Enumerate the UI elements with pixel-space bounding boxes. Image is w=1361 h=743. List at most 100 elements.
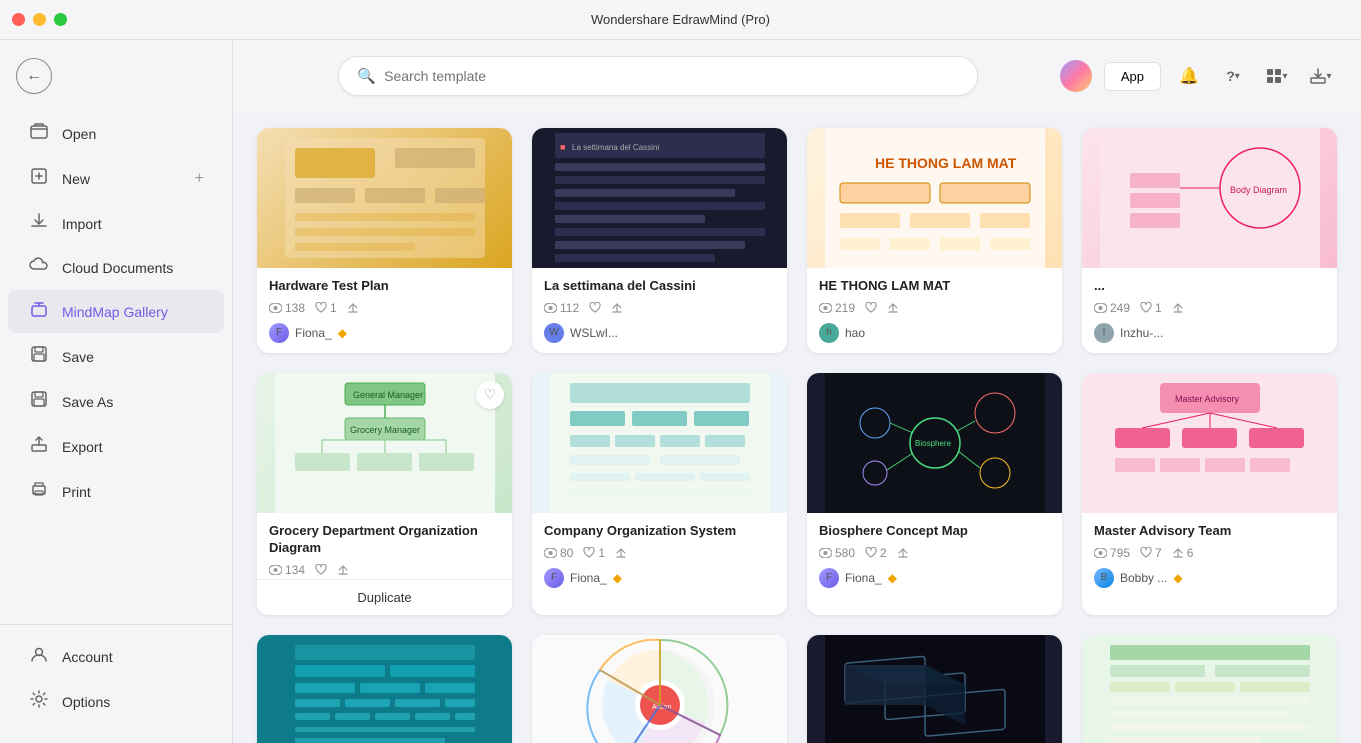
gallery-scroll[interactable]: Hardware Test Plan 138 1 <box>233 112 1361 743</box>
sidebar-item-account-label: Account <box>62 649 113 665</box>
sidebar-item-mindmap[interactable]: MindMap Gallery <box>8 290 224 333</box>
card-master-advisory[interactable]: Master Advisory <box>1082 373 1337 615</box>
search-input[interactable] <box>384 68 959 84</box>
likes-stat: 7 <box>1140 546 1162 560</box>
options-icon <box>28 690 50 713</box>
sidebar-item-save[interactable]: Save <box>8 335 224 378</box>
gallery-grid: Hardware Test Plan 138 1 <box>257 128 1337 743</box>
author-avatar: F <box>819 568 839 588</box>
author-name: Fiona_ <box>845 571 882 585</box>
gold-badge: ◆ <box>613 571 622 585</box>
card-he-thong[interactable]: HE THONG LAM MAT H <box>807 128 1062 353</box>
content-header: 🔍 App 🔔 ? ▾ <box>233 40 1361 112</box>
sidebar-item-import-label: Import <box>62 216 102 232</box>
thumb-diagram: General Manager Grocery Manager <box>275 373 495 513</box>
card-thumb: HE THONG LAM MAT <box>807 128 1062 268</box>
close-btn[interactable] <box>12 13 25 26</box>
save-icon <box>28 345 50 368</box>
sidebar-item-new[interactable]: New + <box>8 157 224 200</box>
views-stat: 580 <box>819 546 855 560</box>
author-name: Fiona_ <box>570 571 607 585</box>
card-title: Company Organization System <box>544 523 775 540</box>
thumb-diagram <box>275 635 495 743</box>
svg-text:Biosphere: Biosphere <box>915 439 952 448</box>
sidebar-item-open[interactable]: Open <box>8 112 224 155</box>
author-avatar: F <box>269 323 289 343</box>
back-button[interactable]: ← <box>16 58 52 94</box>
thumb-diagram <box>825 635 1045 743</box>
sidebar-new-left: New <box>28 167 90 190</box>
maximize-btn[interactable] <box>54 13 67 26</box>
main-content: 🔍 App 🔔 ? ▾ <box>233 40 1361 743</box>
sidebar-item-export[interactable]: Export <box>8 425 224 468</box>
print-icon <box>28 480 50 503</box>
views-stat: 219 <box>819 301 855 315</box>
card-title: Master Advisory Team <box>1094 523 1325 540</box>
card-title: HE THONG LAM MAT <box>819 278 1050 295</box>
sidebar-item-options[interactable]: Options <box>8 680 224 723</box>
download-icon <box>1310 68 1326 84</box>
card-stats: 795 7 6 <box>1094 546 1325 560</box>
new-plus-icon: + <box>195 170 204 188</box>
likes-stat <box>865 302 877 313</box>
shares-stat <box>337 564 349 576</box>
card-top-right[interactable]: Body Diagram ... 249 <box>1082 128 1337 353</box>
help-btn[interactable]: ? ▾ <box>1217 60 1249 92</box>
card-function-org[interactable]: Action Function of organization <box>532 635 787 743</box>
card-author: h hao <box>819 323 1050 343</box>
likes-stat: 2 <box>865 546 887 560</box>
download-chevron: ▾ <box>1326 71 1331 82</box>
bell-icon: 🔔 <box>1179 66 1199 86</box>
card-title: Grocery Department Organization Diagram <box>269 523 500 557</box>
card-grocery-dept[interactable]: General Manager Grocery Manager <box>257 373 512 615</box>
card-thumb <box>807 635 1062 743</box>
user-avatar[interactable] <box>1060 60 1092 92</box>
author-avatar: F <box>544 568 564 588</box>
likes-stat <box>589 302 601 313</box>
views-stat: 795 <box>1094 546 1130 560</box>
author-name: Bobby ... <box>1120 571 1167 585</box>
search-bar[interactable]: 🔍 <box>338 56 978 96</box>
shares-stat <box>887 302 899 314</box>
saveas-icon <box>28 390 50 413</box>
sidebar-item-account[interactable]: Account <box>8 635 224 678</box>
card-info: Biosphere Concept Map 580 2 <box>807 513 1062 598</box>
minimize-btn[interactable] <box>33 13 46 26</box>
card-info: Company Organization System 80 1 <box>532 513 787 598</box>
app-body: ← Open <box>0 40 1361 743</box>
notification-btn[interactable]: 🔔 <box>1173 60 1205 92</box>
app-button[interactable]: App <box>1104 62 1161 91</box>
heart-btn[interactable]: ♡ <box>476 381 504 409</box>
sidebar-item-print[interactable]: Print <box>8 470 224 513</box>
sidebar-item-cloud-label: Cloud Documents <box>62 260 173 276</box>
card-hardware-test-plan[interactable]: Hardware Test Plan 138 1 <box>257 128 512 353</box>
duplicate-overlay[interactable]: Duplicate <box>257 579 512 615</box>
thumb-diagram <box>1100 635 1320 743</box>
card-intro-excel[interactable]: Introduction to Excel 17 <box>1082 635 1337 743</box>
views-stat: 249 <box>1094 301 1130 315</box>
sidebar-item-import[interactable]: Import <box>8 202 224 245</box>
card-company-org[interactable]: Company Organization System 80 1 <box>532 373 787 615</box>
card-biosphere[interactable]: Biosphere Biosphere Concept Map 580 <box>807 373 1062 615</box>
sidebar-item-new-label: New <box>62 171 90 187</box>
card-author: I Inzhu-... <box>1094 323 1325 343</box>
help-icon: ? <box>1226 68 1235 84</box>
card-reduce-time[interactable]: Reduce time of devices grading process i… <box>807 635 1062 743</box>
card-author: F Fiona_ ◆ <box>544 568 775 588</box>
card-info: La settimana del Cassini 112 <box>532 268 787 353</box>
sidebar-item-cloud[interactable]: Cloud Documents <box>8 247 224 288</box>
card-title: Biosphere Concept Map <box>819 523 1050 540</box>
titlebar: Wondershare EdrawMind (Pro) <box>0 0 1361 40</box>
card-genesis-family[interactable]: Genesis Family Tree 338 <box>257 635 512 743</box>
sidebar-item-saveas[interactable]: Save As <box>8 380 224 423</box>
views-stat: 138 <box>269 301 305 315</box>
download-btn[interactable]: ▾ <box>1305 60 1337 92</box>
new-icon <box>28 167 50 190</box>
author-avatar: I <box>1094 323 1114 343</box>
card-info: Hardware Test Plan 138 1 <box>257 268 512 353</box>
card-cassini[interactable]: ■ La settimana del Cassini <box>532 128 787 353</box>
grid-btn[interactable]: ▾ <box>1261 60 1293 92</box>
mindmap-icon <box>28 300 50 323</box>
sidebar-top: ← <box>0 50 232 102</box>
card-thumb <box>1082 635 1337 743</box>
